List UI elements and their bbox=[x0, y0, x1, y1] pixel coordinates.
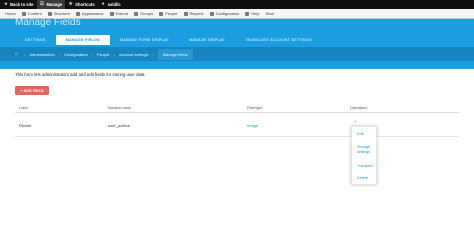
tray-item-configuration[interactable]: Configuration bbox=[207, 9, 243, 19]
tray-item-extend[interactable]: Extend bbox=[107, 9, 131, 19]
dropdown-item-translate[interactable]: Translate bbox=[357, 164, 373, 169]
breadcrumb-people[interactable]: People bbox=[97, 52, 109, 57]
tray-label: Elixir bbox=[265, 11, 275, 16]
tray-label: Home bbox=[5, 11, 16, 16]
dropdown-item-storage-settings[interactable]: Storage settings bbox=[357, 145, 377, 155]
arrow-left-icon: ◂ bbox=[4, 1, 7, 7]
user-icon: ● bbox=[101, 1, 105, 7]
header-machine-name: Machine name bbox=[108, 106, 131, 110]
menu-icon: ☰ bbox=[39, 1, 45, 7]
header-operations: Operations bbox=[350, 106, 368, 110]
header-field-type: Field type bbox=[247, 106, 263, 110]
breadcrumb-separator: › bbox=[113, 51, 115, 57]
user-label: sahillc bbox=[107, 2, 121, 7]
breadcrumb-home[interactable]: ⌂ bbox=[15, 50, 20, 57]
groups-icon bbox=[133, 11, 138, 16]
breadcrumb-manage-fields: Manage fields bbox=[157, 48, 193, 60]
breadcrumb-separator: › bbox=[91, 51, 94, 57]
table-row: Picture user_picture Image ↕ bbox=[15, 113, 459, 137]
breadcrumb-separator: › bbox=[24, 51, 26, 57]
tray-label: Groups bbox=[139, 11, 154, 16]
fields-table: Label Machine name Field type Operations… bbox=[15, 104, 459, 137]
operations-dropdown: Edit Storage settings Translate Delete bbox=[351, 126, 377, 185]
add-field-button[interactable]: + ADD FIELD bbox=[15, 86, 49, 95]
breadcrumb-account-settings[interactable]: Account settings bbox=[119, 52, 148, 57]
shortcuts-label: Shortcuts bbox=[75, 2, 95, 7]
cell-field-type-link[interactable]: Image bbox=[247, 123, 258, 128]
cell-machine-name: user_picture bbox=[108, 123, 131, 128]
manage-label: Manage bbox=[46, 2, 63, 7]
tray-label: Extend bbox=[115, 11, 128, 16]
home-icon: ⌂ bbox=[15, 50, 19, 57]
breadcrumb-administration[interactable]: Administration bbox=[29, 52, 54, 57]
operations-toggle-button[interactable]: ↕ bbox=[351, 118, 359, 125]
tray-item-help[interactable]: Help bbox=[242, 9, 262, 19]
tray-label: People bbox=[165, 11, 178, 16]
structure-icon bbox=[47, 11, 52, 16]
tray-item-elixir[interactable]: Elixir bbox=[263, 9, 278, 19]
tab-settings[interactable]: SETTINGS bbox=[15, 35, 56, 45]
tray-label: Structure bbox=[53, 11, 70, 16]
breadcrumb-separator: › bbox=[152, 51, 154, 57]
page-header: Manage Fields SETTINGS MANAGE FIELDS MAN… bbox=[0, 17, 474, 69]
table-header: Label Machine name Field type Operations bbox=[15, 104, 459, 113]
tab-manage-fields[interactable]: MANAGE FIELDS bbox=[55, 35, 110, 45]
intro-text: This form lets administrators add and ed… bbox=[15, 72, 146, 77]
tray-item-reports[interactable]: Reports bbox=[181, 9, 207, 19]
people-icon bbox=[159, 11, 164, 16]
star-icon: ★ bbox=[68, 1, 73, 7]
tray-label: Appearance bbox=[81, 11, 104, 16]
tab-manage-form-display[interactable]: MANAGE FORM DISPLAY bbox=[110, 35, 179, 45]
appearance-icon bbox=[75, 11, 80, 16]
tabs: SETTINGS MANAGE FIELDS MANAGE FORM DISPL… bbox=[15, 35, 322, 45]
back-to-site-label: Back to site bbox=[10, 2, 34, 7]
extend-icon bbox=[109, 11, 114, 16]
breadcrumb: ⌂ › Administration › Configuration › Peo… bbox=[0, 47, 474, 61]
tab-translate-account-settings[interactable]: TRANSLATE ACCOUNT SETTINGS bbox=[235, 35, 322, 45]
tray-item-people[interactable]: People bbox=[156, 9, 180, 19]
dropdown-item-edit[interactable]: Edit bbox=[357, 132, 364, 137]
tray-label: Configuration bbox=[215, 11, 240, 16]
help-icon bbox=[245, 11, 250, 16]
reports-icon bbox=[183, 11, 188, 16]
dropdown-item-delete[interactable]: Delete bbox=[357, 176, 368, 181]
page-title: Manage Fields bbox=[15, 17, 81, 28]
tray-label: Content bbox=[27, 11, 42, 16]
breadcrumb-configuration[interactable]: Configuration bbox=[64, 52, 88, 57]
content-icon bbox=[21, 11, 26, 16]
tray-label: Help bbox=[251, 11, 260, 16]
tray-item-groups[interactable]: Groups bbox=[131, 9, 156, 19]
tab-manage-display[interactable]: MANAGE DISPLAY bbox=[179, 35, 235, 45]
wrench-icon bbox=[209, 11, 214, 16]
header-label: Label bbox=[19, 106, 28, 110]
cell-label: Picture bbox=[19, 123, 32, 128]
tray-label: Reports bbox=[189, 11, 204, 16]
breadcrumb-separator: › bbox=[58, 51, 61, 57]
